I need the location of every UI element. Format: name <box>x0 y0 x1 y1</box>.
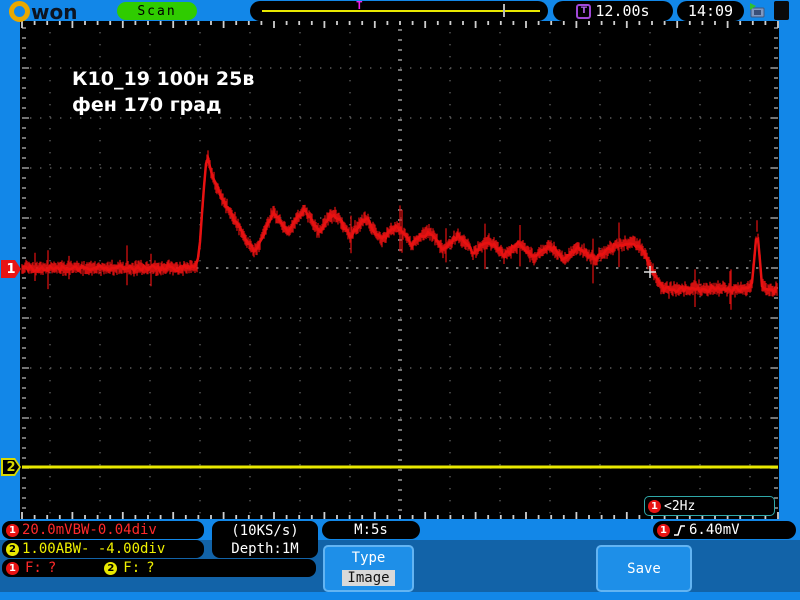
trigger-position-marker: T <box>356 0 363 12</box>
save-button[interactable]: Save <box>596 545 692 592</box>
battery-icon <box>774 1 789 20</box>
owon-logo: won <box>9 1 77 22</box>
user-annotation: К10_19 100н 25в фен 170 град <box>72 66 254 118</box>
measure2-value: ? <box>146 560 154 576</box>
record-length-line <box>262 10 540 12</box>
top-status-bar: won Scan T T 12.00s 14:09 <box>0 0 800 21</box>
measure2-label: F: <box>123 560 140 576</box>
sample-rate: (10KS/s) <box>231 522 298 540</box>
channel2-chip: 2 <box>104 562 117 575</box>
trigger-source-chip: 1 <box>657 524 670 537</box>
frequency-value: <2Hz <box>664 499 695 514</box>
trigger-level-readout: 1 6.40mV <box>653 521 796 539</box>
channel2-settings: 1.00ABW- -4.00div <box>22 541 165 557</box>
type-button[interactable]: Type Image <box>323 545 414 592</box>
save-button-label: Save <box>627 561 661 577</box>
clock-value: 14:09 <box>688 2 733 20</box>
window-position-marker <box>503 4 505 17</box>
channel1-readout: 1 20.0mVBW-0.04div <box>2 521 204 539</box>
rising-edge-icon <box>673 523 686 538</box>
measure1-value: ? <box>48 560 56 576</box>
trigger-time-value: 12.00s <box>595 2 649 20</box>
type-button-label: Type <box>352 550 386 566</box>
channel1-settings: 20.0mVBW-0.04div <box>22 522 157 538</box>
channel2-readout: 2 1.00ABW- -4.00div <box>2 540 204 558</box>
annotation-line2: фен 170 град <box>72 92 254 118</box>
record-position-bar: T <box>250 1 548 21</box>
frequency-counter: 1 <2Hz <box>644 496 775 516</box>
trigger-t-icon: T <box>576 4 591 19</box>
logo-text: won <box>31 2 77 22</box>
memory-depth: Depth:1M <box>231 540 298 558</box>
trigger-level-value: 6.40mV <box>689 522 740 538</box>
channel1-chip: 1 <box>648 500 661 513</box>
logo-ring-icon <box>9 1 30 22</box>
usb-storage-icon <box>748 2 766 18</box>
annotation-line1: К10_19 100н 25в <box>72 66 254 92</box>
measurement-readout: 1 F: ? 2 F: ? <box>2 559 316 577</box>
channel1-chip: 1 <box>6 524 19 537</box>
clock: 14:09 <box>677 1 744 21</box>
timebase-readout: M:5s <box>322 521 420 539</box>
channel2-chip: 2 <box>6 543 19 556</box>
measure1-label: F: <box>25 560 42 576</box>
acquisition-readout: (10KS/s) Depth:1M <box>212 521 318 558</box>
oscilloscope-screen: won Scan T T 12.00s 14:09 К10_19 100н 25… <box>0 0 800 600</box>
channel1-chip: 1 <box>6 562 19 575</box>
type-button-value: Image <box>342 570 394 586</box>
horizontal-trigger-time: T 12.00s <box>553 1 673 21</box>
acquisition-mode-badge: Scan <box>117 2 197 20</box>
